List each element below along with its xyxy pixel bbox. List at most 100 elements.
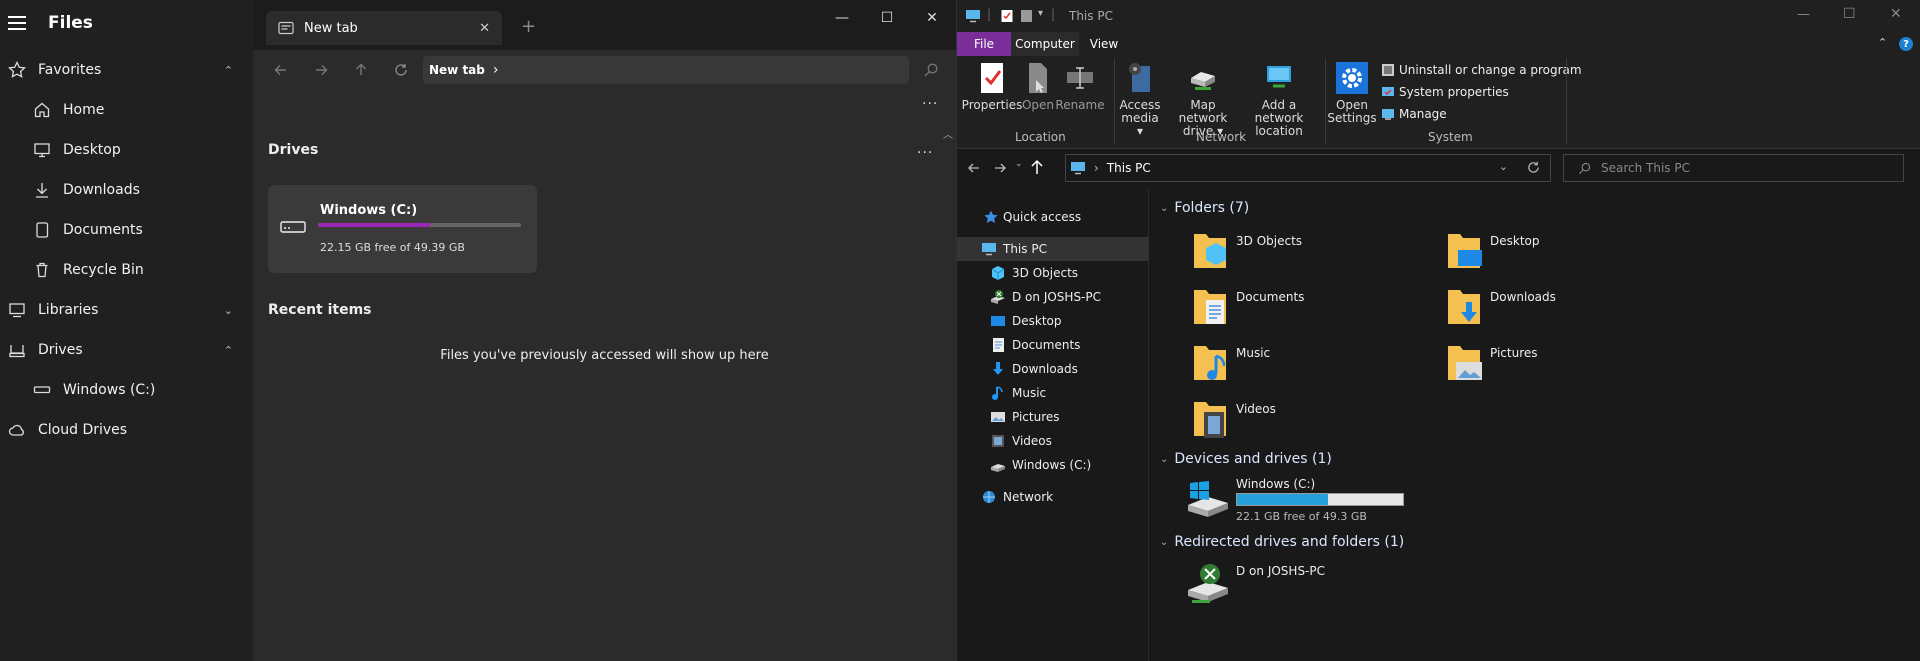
open-button[interactable]: Open <box>1021 60 1055 112</box>
add-network-location-icon <box>1267 66 1291 88</box>
add-network-location-button[interactable]: Add a network location <box>1239 60 1319 138</box>
nav-item-music[interactable]: Music <box>957 381 1149 405</box>
recent-locations-chevron-icon[interactable]: ⌄ <box>1015 159 1023 169</box>
nav-item-this-pc[interactable]: This PC <box>957 237 1149 261</box>
desktop-icon <box>990 313 1006 329</box>
chevron-up-icon[interactable]: ⌃ <box>224 64 233 77</box>
refresh-button[interactable] <box>1527 161 1540 177</box>
nav-label: Music <box>1012 386 1047 400</box>
access-media-button[interactable]: Access media ▾ <box>1119 60 1161 138</box>
properties-button[interactable]: Properties <box>962 60 1022 112</box>
sidebar-item-desktop[interactable]: Desktop <box>0 130 253 170</box>
close-button[interactable]: ✕ <box>1890 6 1902 22</box>
folder-music[interactable]: Music <box>1192 340 1442 390</box>
hard-drive-icon <box>280 219 306 233</box>
address-box[interactable]: › This PC ⌄ <box>1065 154 1551 182</box>
refresh-button[interactable] <box>387 58 415 82</box>
tab-view[interactable]: View <box>1079 32 1129 56</box>
nav-item-d-on-joshs-pc[interactable]: D on JOSHS-PC <box>957 285 1149 309</box>
properties-quick-icon[interactable] <box>1000 9 1014 23</box>
maximize-button[interactable]: ☐ <box>864 6 910 30</box>
nav-item-quick-access[interactable]: Quick access <box>957 205 1149 229</box>
uninstall-program-button[interactable]: Uninstall or change a program <box>1381 63 1582 77</box>
folder-desktop[interactable]: Desktop <box>1446 228 1696 278</box>
sidebar-item-favorites[interactable]: Favorites ⌃ <box>0 50 253 90</box>
chevron-down-icon: ⌄ <box>1160 202 1169 214</box>
nav-item-videos[interactable]: Videos <box>957 429 1149 453</box>
hamburger-menu-icon[interactable] <box>8 16 26 30</box>
folder-documents[interactable]: Documents <box>1192 284 1442 334</box>
address-path[interactable]: This PC <box>1107 161 1151 175</box>
back-button[interactable] <box>967 160 981 179</box>
breadcrumb-item[interactable]: New tab <box>429 63 485 77</box>
tab-label: New tab <box>304 20 358 36</box>
group-title: Devices and drives (1) <box>1174 451 1332 467</box>
sidebar-item-documents[interactable]: Documents <box>0 210 253 250</box>
tab-new-tab[interactable]: New tab ✕ <box>266 11 502 45</box>
drive-tile-windows-c[interactable]: Windows (C:) 22.1 GB free of 49.3 GB <box>1186 475 1426 523</box>
up-button[interactable] <box>1030 159 1044 179</box>
folder-downloads[interactable]: Downloads <box>1446 284 1696 334</box>
close-tab-icon[interactable]: ✕ <box>479 21 490 36</box>
redirected-drive-d-on-joshs-pc[interactable]: D on JOSHS-PC <box>1186 562 1426 610</box>
help-icon[interactable]: ? <box>1899 37 1913 51</box>
drive-card-windows-c[interactable]: Windows (C:) 22.15 GB free of 49.39 GB <box>268 185 537 273</box>
redirected-group-header[interactable]: ⌄ Redirected drives and folders (1) <box>1160 534 1404 550</box>
up-button[interactable] <box>347 58 375 82</box>
sidebar-item-label: Desktop <box>63 142 121 158</box>
collapse-chevron-icon[interactable]: ︿ <box>943 126 953 141</box>
minimize-button[interactable]: — <box>819 6 865 30</box>
sidebar-item-cloud-drives[interactable]: Cloud Drives <box>0 410 253 450</box>
nav-item-desktop[interactable]: Desktop <box>957 309 1149 333</box>
arrow-right-icon <box>316 65 328 75</box>
back-button[interactable] <box>267 58 295 82</box>
customize-toolbar-icon[interactable]: ▾ <box>1038 8 1043 19</box>
manage-button[interactable]: Manage <box>1381 107 1447 121</box>
search-box[interactable]: Search This PC <box>1563 154 1904 182</box>
search-button[interactable] <box>917 58 945 82</box>
nav-item-3d-objects[interactable]: 3D Objects <box>957 261 1149 285</box>
rename-button[interactable]: Rename <box>1055 60 1105 112</box>
map-network-drive-button[interactable]: Map network drive ▾ <box>1165 60 1241 138</box>
breadcrumb[interactable]: New tab › <box>423 56 909 84</box>
nav-item-documents[interactable]: Documents <box>957 333 1149 357</box>
nav-item-downloads[interactable]: Downloads <box>957 357 1149 381</box>
drives-more-button[interactable]: ··· <box>917 145 933 161</box>
nav-item-windows-c[interactable]: Windows (C:) <box>957 453 1149 477</box>
chevron-down-icon[interactable]: ⌄ <box>224 304 233 317</box>
sidebar-item-downloads[interactable]: Downloads <box>0 170 253 210</box>
system-properties-button[interactable]: System properties <box>1381 85 1509 99</box>
tab-file[interactable]: File <box>957 32 1011 56</box>
sidebar-item-home[interactable]: Home <box>0 90 253 130</box>
devices-group-header[interactable]: ⌄ Devices and drives (1) <box>1160 451 1332 467</box>
forward-button[interactable] <box>307 58 335 82</box>
network-drive-icon <box>1188 564 1228 603</box>
new-folder-quick-icon[interactable] <box>1020 9 1033 23</box>
nav-label: Pictures <box>1012 410 1060 424</box>
forward-button[interactable] <box>993 160 1007 179</box>
add-tab-button[interactable]: + <box>521 16 536 37</box>
sidebar-item-label: Windows (C:) <box>63 382 156 398</box>
tab-computer[interactable]: Computer <box>1011 32 1079 56</box>
chevron-up-icon[interactable]: ⌃ <box>224 344 233 357</box>
title-separator: | <box>987 7 992 21</box>
maximize-button[interactable]: ☐ <box>1843 6 1856 22</box>
sidebar-item-libraries[interactable]: Libraries ⌄ <box>0 290 253 330</box>
address-dropdown-icon[interactable]: ⌄ <box>1499 160 1508 173</box>
sidebar-item-recycle-bin[interactable]: Recycle Bin <box>0 250 253 290</box>
folder-videos[interactable]: Videos <box>1192 396 1442 446</box>
nav-item-pictures[interactable]: Pictures <box>957 405 1149 429</box>
minimize-button[interactable]: — <box>1797 7 1810 22</box>
rename-icon <box>1067 67 1093 89</box>
nav-item-network[interactable]: Network <box>957 485 1149 509</box>
sidebar-item-windows-c[interactable]: Windows (C:) <box>0 370 253 410</box>
folder-3d-objects[interactable]: 3D Objects <box>1192 228 1442 278</box>
sidebar-item-drives[interactable]: Drives ⌃ <box>0 330 253 370</box>
manage-icon <box>1382 109 1394 120</box>
folder-pictures[interactable]: Pictures <box>1446 340 1696 390</box>
more-options-button[interactable]: ··· <box>922 96 938 112</box>
open-settings-button[interactable]: Open Settings <box>1327 60 1377 125</box>
close-button[interactable]: ✕ <box>909 6 955 30</box>
collapse-ribbon-icon[interactable]: ⌃ <box>1878 36 1887 49</box>
folders-group-header[interactable]: ⌄ Folders (7) <box>1160 200 1249 216</box>
